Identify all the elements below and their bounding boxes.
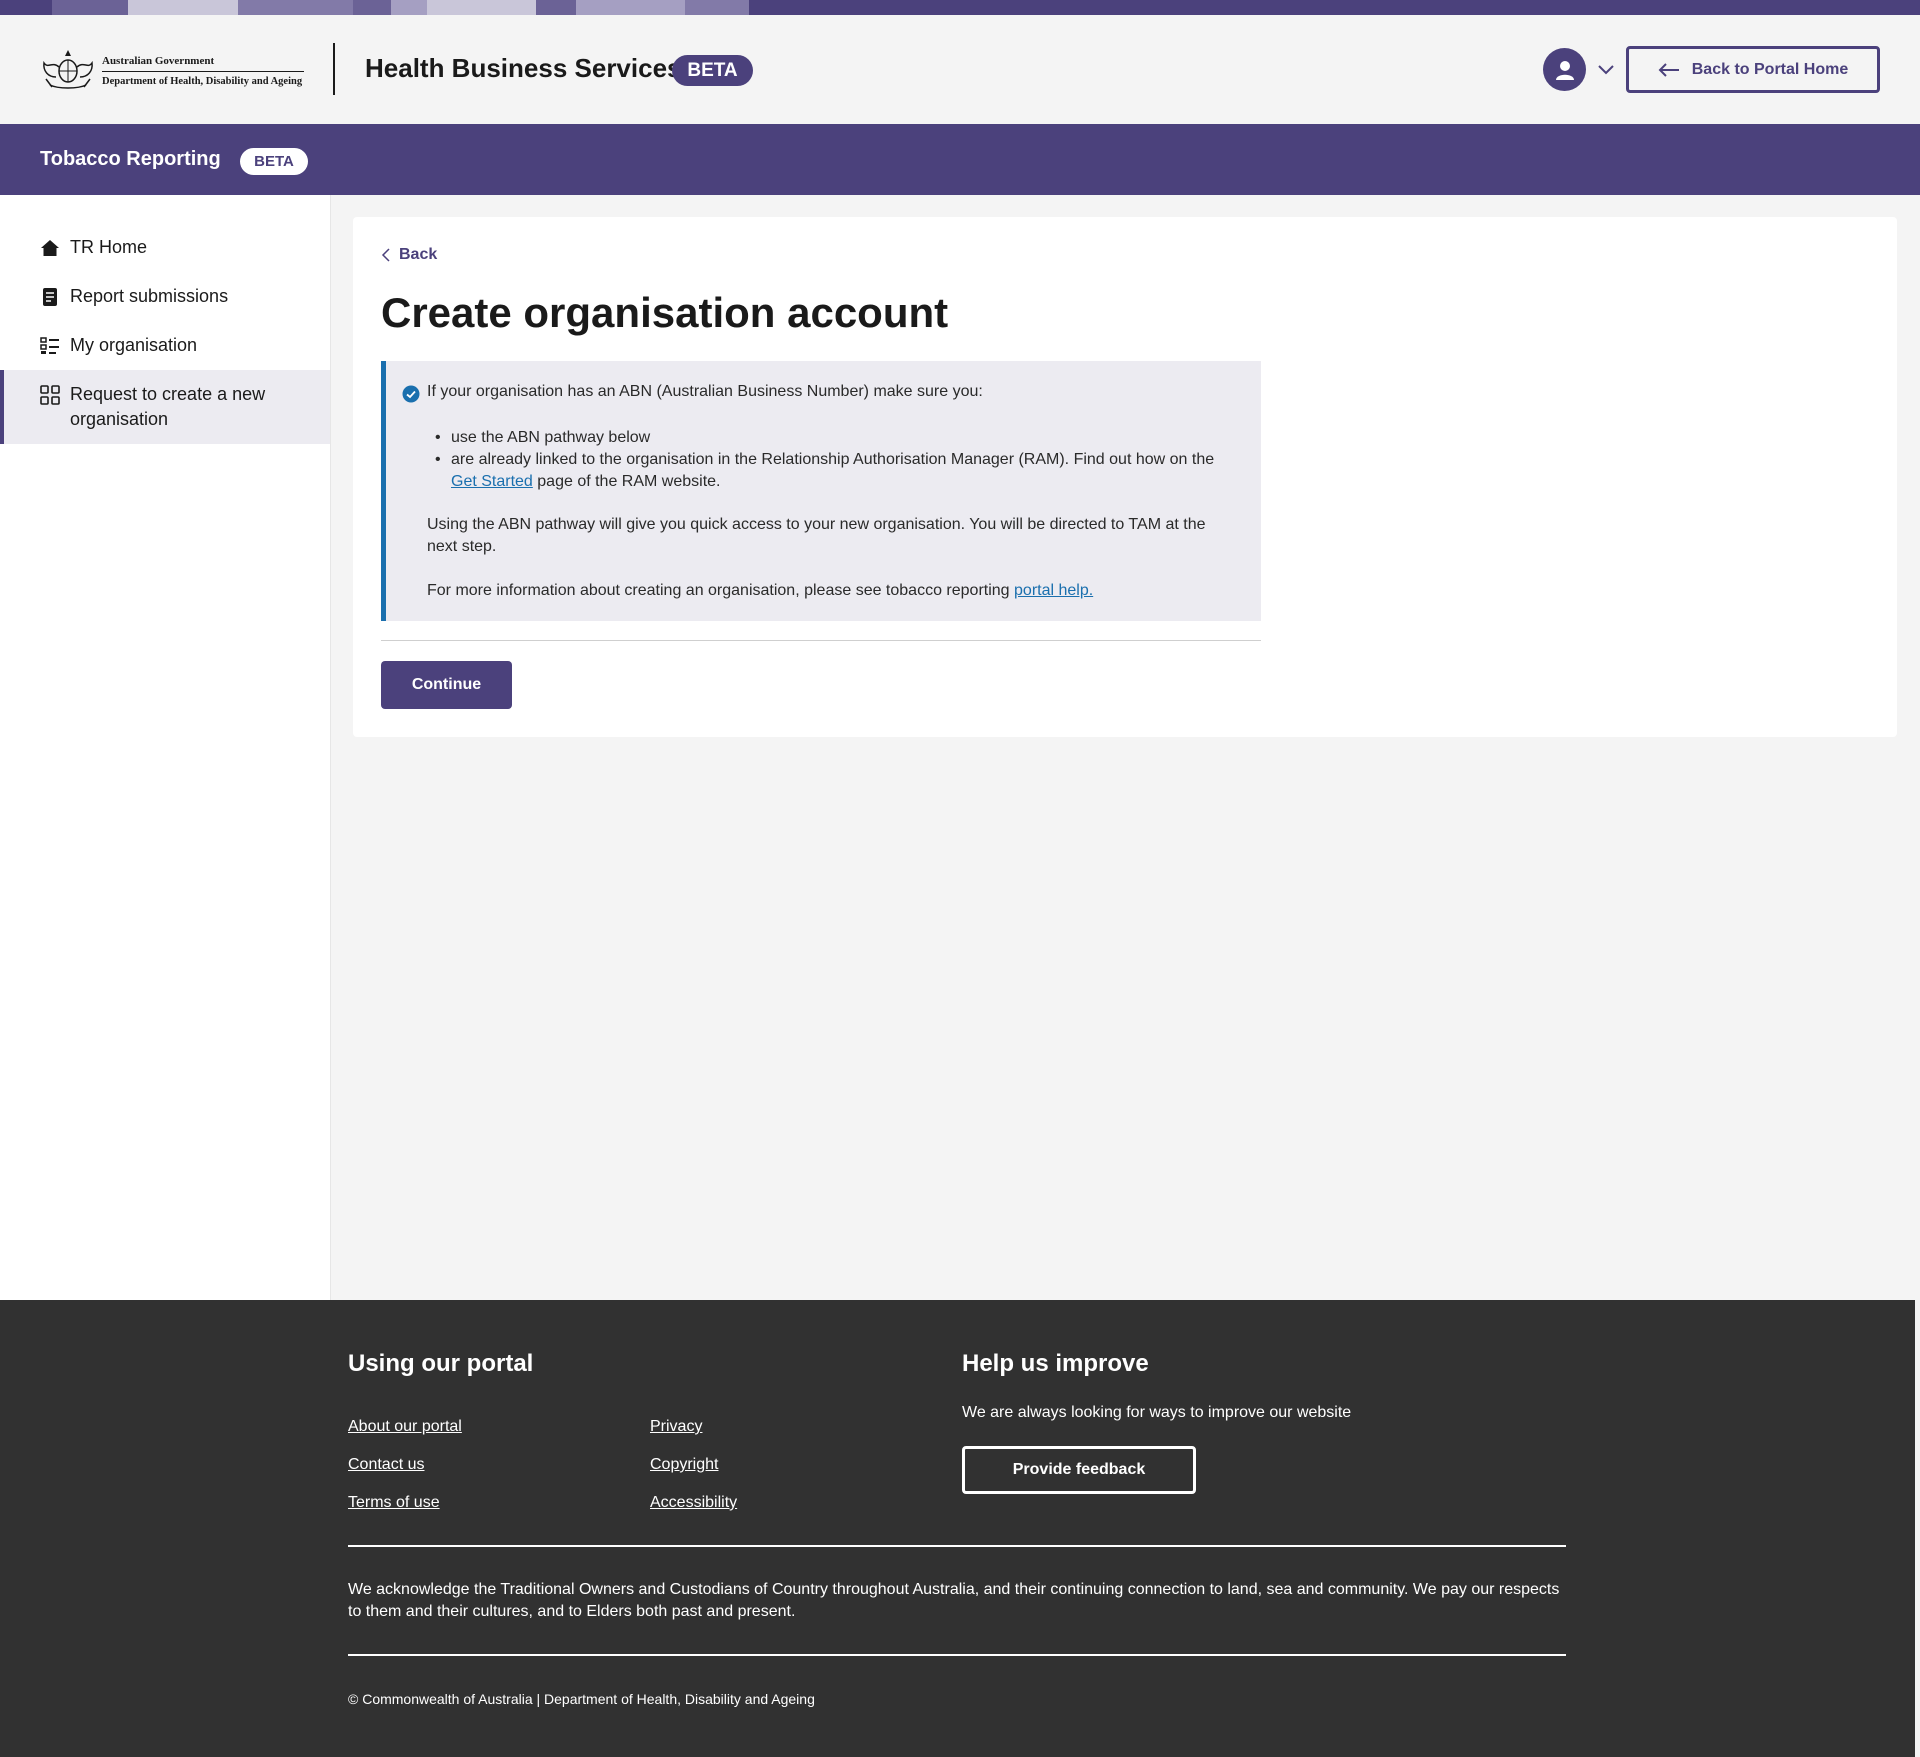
site-title[interactable]: Health Business Services (365, 53, 682, 84)
footer-link-contact[interactable]: Contact us (348, 1456, 424, 1474)
sidebar-nav: TR Home Report submissions My organisati… (0, 195, 331, 1300)
chevron-down-icon[interactable] (1596, 59, 1616, 79)
section-divider (381, 640, 1261, 641)
site-footer: Using our portal About our portal Contac… (0, 1300, 1915, 1757)
gov-name: Australian Government (102, 55, 215, 67)
footer-help-text: We are always looking for ways to improv… (962, 1404, 1352, 1421)
provide-feedback-button[interactable]: Provide feedback (962, 1446, 1196, 1494)
footer-divider (348, 1654, 1566, 1656)
sidebar-item-my-organisation[interactable]: My organisation (0, 333, 330, 358)
user-menu-avatar[interactable] (1543, 48, 1586, 91)
footer-divider (348, 1545, 1566, 1547)
coat-of-arms-icon (43, 50, 93, 89)
copyright-text: © Commonwealth of Australia | Department… (348, 1691, 815, 1707)
info-callout: If your organisation has an ABN (Austral… (381, 361, 1261, 621)
user-icon (1555, 60, 1574, 80)
callout-paragraph-help: For more information about creating an o… (427, 582, 1094, 599)
continue-button[interactable]: Continue (381, 661, 512, 709)
service-bar: Tobacco Reporting BETA (0, 124, 1920, 195)
get-started-link[interactable]: Get Started (451, 473, 533, 490)
callout-bullet: use the ABN pathway below (427, 427, 1237, 449)
department-name: Department of Health, Disability and Age… (102, 76, 303, 87)
government-logo[interactable]: Australian Government Department of Heal… (38, 47, 304, 93)
callout-paragraph: Using the ABN pathway will give you quic… (427, 516, 1206, 555)
page-title: Create organisation account (381, 289, 949, 336)
home-icon (41, 240, 59, 256)
sidebar-item-report-submissions[interactable]: Report submissions (0, 284, 330, 309)
sidebar-item-request-new-organisation[interactable]: Request to create a new organisation (0, 370, 330, 444)
checklist-icon (40, 337, 59, 354)
callout-bullet-list: use the ABN pathway below are already li… (427, 427, 1237, 493)
footer-link-about[interactable]: About our portal (348, 1418, 462, 1436)
sidebar-item-label: Request to create a new organisation (70, 384, 266, 429)
top-decorative-stripe (0, 0, 1920, 15)
footer-using-heading: Using our portal (348, 1350, 534, 1377)
main-content-card: Back Create organisation account If your… (353, 217, 1897, 737)
callout-lead-text: If your organisation has an ABN (Austral… (427, 383, 983, 400)
arrow-left-icon (1658, 62, 1679, 77)
acknowledgement-text: We acknowledge the Traditional Owners an… (348, 1581, 1560, 1620)
chevron-left-icon (381, 248, 390, 262)
footer-link-accessibility[interactable]: Accessibility (650, 1494, 737, 1512)
callout-bullet: are already linked to the organisation i… (427, 449, 1237, 493)
back-to-portal-button[interactable]: Back to Portal Home (1626, 46, 1880, 93)
footer-link-copyright[interactable]: Copyright (650, 1456, 718, 1474)
footer-link-terms[interactable]: Terms of use (348, 1494, 440, 1512)
gov-divider (102, 71, 304, 72)
back-link[interactable]: Back (381, 246, 437, 264)
sidebar-item-label: Report submissions (70, 286, 229, 306)
footer-help-heading: Help us improve (962, 1350, 1149, 1377)
sidebar-item-label: My organisation (70, 335, 198, 355)
footer-link-privacy[interactable]: Privacy (650, 1418, 702, 1436)
sidebar-item-label: TR Home (70, 237, 148, 257)
grid-icon (40, 385, 60, 405)
check-circle-icon (402, 385, 420, 403)
sidebar-item-tr-home[interactable]: TR Home (0, 235, 330, 260)
back-to-portal-label: Back to Portal Home (1691, 60, 1849, 78)
beta-badge: BETA (672, 55, 753, 86)
document-icon (43, 288, 57, 306)
service-beta-badge: BETA (240, 148, 308, 175)
back-link-label: Back (399, 246, 438, 263)
site-header: Australian Government Department of Heal… (0, 15, 1920, 124)
header-divider (333, 43, 335, 95)
portal-help-link[interactable]: portal help. (1014, 582, 1093, 599)
service-name[interactable]: Tobacco Reporting (40, 148, 221, 171)
